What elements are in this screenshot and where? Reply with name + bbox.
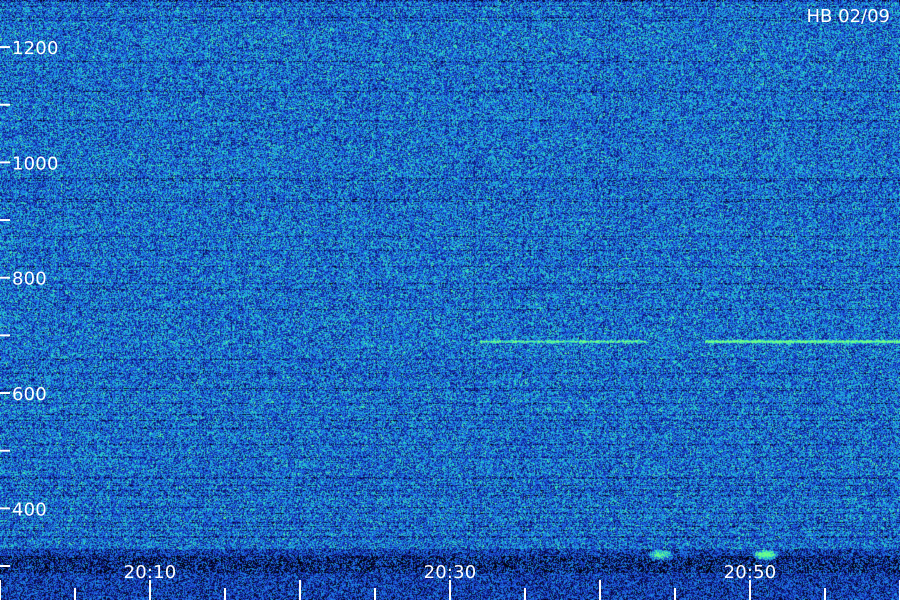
station-date-label: HB 02/09 (806, 6, 890, 27)
spectrogram-heatmap (0, 0, 900, 600)
